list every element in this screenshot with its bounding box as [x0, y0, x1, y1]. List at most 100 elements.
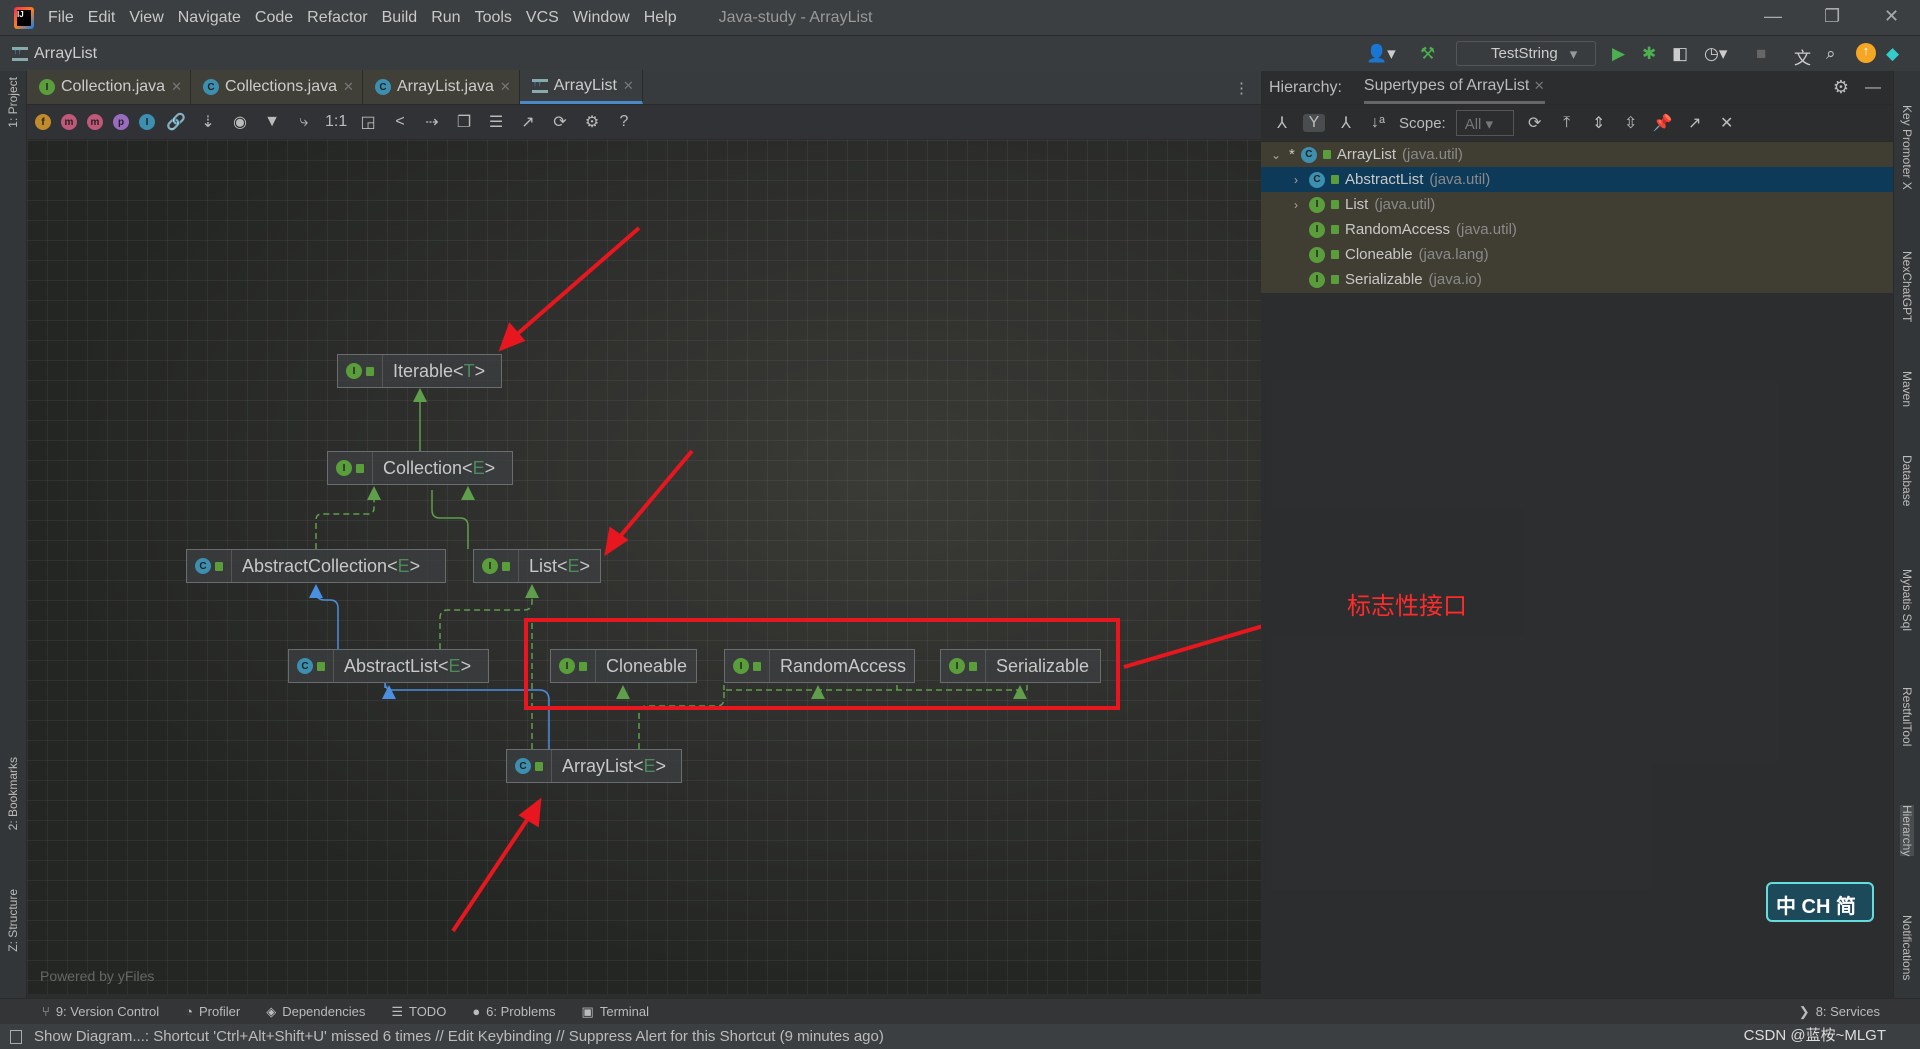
restore-button[interactable]: ❐ [1824, 6, 1840, 27]
show-fields-icon[interactable]: f [35, 114, 51, 130]
breadcrumb[interactable]: ArrayList [12, 45, 97, 63]
show-properties-icon[interactable]: p [113, 114, 129, 130]
refresh-icon[interactable]: ⟳ [1524, 113, 1546, 133]
chevron-right-icon[interactable]: › [1289, 173, 1303, 187]
close-icon[interactable]: ✕ [171, 79, 182, 95]
structure-tool-button[interactable]: Z: Structure [6, 889, 20, 952]
tree-row-randomaccess[interactable]: I RandomAccess (java.util) [1261, 217, 1893, 242]
debug-icon[interactable]: ✱ [1642, 44, 1656, 64]
menu-edit[interactable]: Edit [88, 9, 116, 27]
node-collection[interactable]: I Collection<E> [327, 451, 513, 485]
menu-tools[interactable]: Tools [475, 9, 512, 27]
actual-size-icon[interactable]: 1:1 [325, 113, 347, 131]
profile-icon[interactable]: ◷▾ [1704, 44, 1727, 64]
user-icon[interactable]: 👤▾ [1366, 44, 1396, 64]
tree-row-list[interactable]: › I List (java.util) [1261, 192, 1893, 217]
help-icon[interactable]: ? [613, 113, 635, 131]
tab-collection-java[interactable]: I Collection.java ✕ [27, 70, 191, 104]
copy-icon[interactable]: ❐ [453, 112, 475, 132]
close-icon[interactable]: ✕ [343, 79, 354, 95]
filter-icon[interactable]: ▼ [261, 113, 283, 131]
menu-run[interactable]: Run [431, 9, 460, 27]
menu-window[interactable]: Window [573, 9, 630, 27]
supertypes-hierarchy-icon[interactable]: Y [1303, 114, 1325, 132]
expand-all-icon[interactable]: ⇕ [1588, 113, 1610, 133]
more-tabs-icon[interactable]: ⋮ [1234, 79, 1249, 97]
pin-icon[interactable]: 📌 [1652, 113, 1674, 133]
sort-icon[interactable]: ⇣ [197, 112, 219, 132]
show-methods-icon[interactable]: m [87, 114, 103, 130]
refresh-icon[interactable]: ⟳ [549, 112, 571, 132]
menu-refactor[interactable]: Refactor [307, 9, 367, 27]
node-iterable[interactable]: I Iterable<T> [337, 354, 502, 388]
tree-row-cloneable[interactable]: I Cloneable (java.lang) [1261, 242, 1893, 267]
notifications-tool-button[interactable]: Notifications [1900, 915, 1914, 980]
restfultool-tool-button[interactable]: RestfulTool [1900, 687, 1914, 746]
menu-code[interactable]: Code [255, 9, 293, 27]
chevron-down-icon[interactable]: ⌄ [1269, 148, 1283, 162]
base-on-this-class-icon[interactable]: ⤒ [1556, 114, 1578, 132]
status-message[interactable]: Show Diagram...: Shortcut 'Ctrl+Alt+Shif… [34, 1028, 884, 1045]
close-icon[interactable]: ✕ [1534, 78, 1545, 93]
gear-icon[interactable]: ⚙ [581, 112, 603, 132]
project-tool-button[interactable]: 1: Project [6, 77, 20, 128]
tree-row-arraylist[interactable]: ⌄ * C ArrayList (java.util) [1261, 142, 1893, 167]
version-control-button[interactable]: ⑂ 9: Version Control [42, 1004, 159, 1019]
eye-icon[interactable]: ◉ [229, 112, 251, 132]
tab-supertypes[interactable]: Supertypes of ArrayList ✕ [1363, 71, 1545, 104]
run-icon[interactable]: ▶ [1612, 44, 1625, 64]
build-hammer-icon[interactable]: ⚒ [1420, 44, 1435, 64]
mybatis-tool-button[interactable]: Mybatis Sql [1900, 569, 1914, 631]
terminal-button[interactable]: ▣ Terminal [582, 1004, 649, 1020]
tree-row-abstractlist[interactable]: › C AbstractList (java.util) [1261, 167, 1893, 192]
fit-content-icon[interactable]: ◲ [357, 112, 379, 132]
menu-vcs[interactable]: VCS [526, 9, 559, 27]
gear-icon[interactable]: ⚙ [1833, 77, 1849, 98]
chevron-right-icon[interactable]: › [1289, 198, 1303, 212]
node-list[interactable]: I List<E> [473, 549, 601, 583]
close-icon[interactable]: ✕ [1716, 113, 1738, 133]
tab-arraylist-java[interactable]: C ArrayList.java ✕ [362, 70, 520, 104]
collapse-all-icon[interactable]: ⇳ [1620, 113, 1642, 133]
node-arraylist[interactable]: C ArrayList<E> [506, 749, 682, 783]
sort-alphabetically-icon[interactable]: ↓ᵃ [1367, 114, 1389, 132]
problems-button[interactable]: ● 6: Problems [472, 1004, 555, 1019]
route-edges-icon[interactable]: ⤷ [293, 113, 315, 131]
uml-diagram-canvas[interactable]: I Iterable<T> I Collection<E> C AbstractCol… [27, 140, 1261, 994]
hide-panel-icon[interactable]: — [1865, 79, 1881, 97]
tab-collections-java[interactable]: C Collections.java ✕ [190, 70, 363, 104]
tab-arraylist-diagram[interactable]: ArrayList ✕ [519, 70, 643, 104]
layout-icon[interactable]: < [389, 113, 411, 131]
menu-build[interactable]: Build [382, 9, 418, 27]
close-icon[interactable]: ✕ [623, 78, 634, 94]
coverage-icon[interactable]: ◧ [1672, 44, 1688, 64]
menu-navigate[interactable]: Navigate [178, 9, 241, 27]
close-icon[interactable]: ✕ [500, 79, 511, 95]
subtypes-hierarchy-icon[interactable]: ⅄ [1335, 113, 1357, 133]
close-window-button[interactable]: ✕ [1884, 6, 1899, 27]
export-icon[interactable]: ↗ [1684, 113, 1706, 133]
show-constructors-icon[interactable]: m [61, 114, 77, 130]
stop-icon[interactable]: ■ [1756, 44, 1766, 64]
key-promoter-tool-button[interactable]: Key Promoter X [1900, 105, 1914, 190]
plugin-icon[interactable]: ◆ [1886, 44, 1899, 64]
menu-view[interactable]: View [129, 9, 163, 27]
search-icon[interactable]: ⌕ [1826, 44, 1836, 64]
update-icon[interactable]: ↑ [1856, 43, 1876, 63]
services-button[interactable]: ❯ 8: Services [1799, 1004, 1880, 1020]
maven-tool-button[interactable]: Maven [1900, 371, 1914, 407]
nexchatgpt-tool-button[interactable]: NexChatGPT [1900, 251, 1914, 322]
type-hierarchy-icon[interactable]: ⅄ [1271, 113, 1293, 133]
menu-file[interactable]: File [48, 9, 74, 27]
menu-help[interactable]: Help [644, 9, 677, 27]
bookmarks-tool-button[interactable]: 2: Bookmarks [6, 757, 20, 830]
translate-icon[interactable]: 文 [1794, 44, 1811, 69]
status-toggle-icon[interactable] [10, 1029, 22, 1044]
minimize-button[interactable]: — [1764, 6, 1782, 27]
tree-row-serializable[interactable]: I Serializable (java.io) [1261, 267, 1893, 292]
hierarchy-tool-button[interactable]: Hierarchy [1900, 805, 1914, 857]
node-abstract-list[interactable]: C AbstractList<E> [288, 649, 489, 683]
todo-button[interactable]: ☰ TODO [391, 1004, 446, 1020]
database-tool-button[interactable]: Database [1900, 455, 1914, 506]
run-configuration-select[interactable]: TestString ▾ [1456, 41, 1596, 66]
